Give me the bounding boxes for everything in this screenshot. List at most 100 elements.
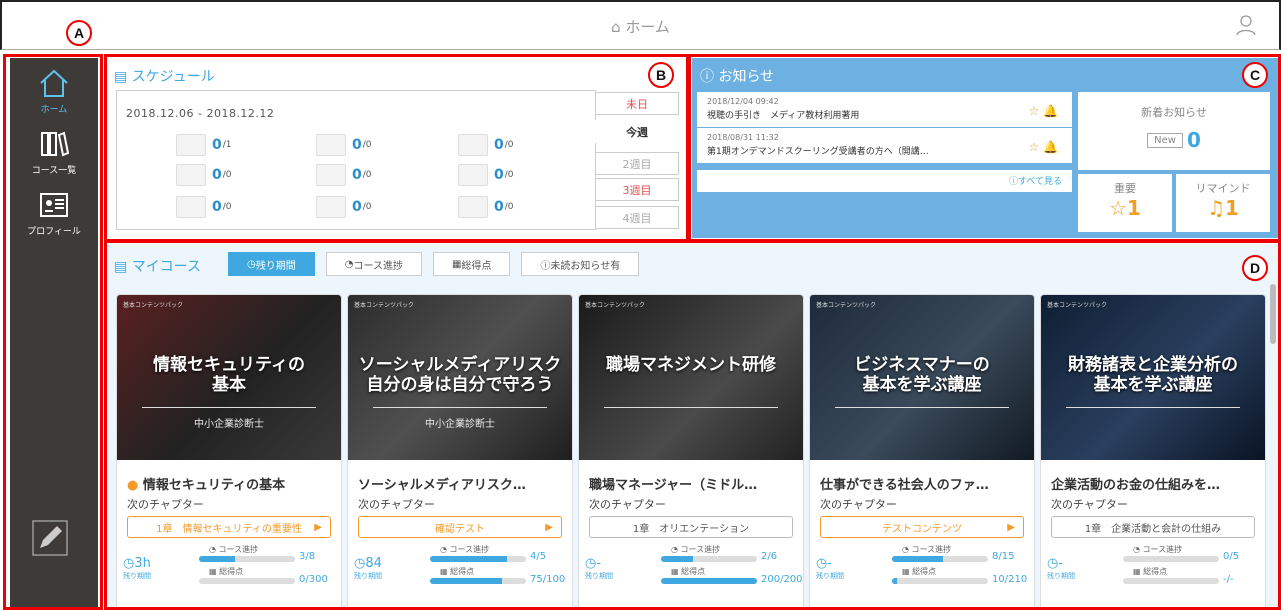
week-tab-past[interactable]: 未日 — [595, 92, 679, 115]
remind-count: ♫1 — [1207, 196, 1239, 220]
progress-bar-fill — [661, 556, 693, 562]
marker-d: D — [1242, 255, 1268, 281]
clock-icon: ◷ — [354, 556, 366, 571]
notice-item[interactable]: 2018/08/31 11:32 第1期オンデマンドスクーリング受講者の方へ（開… — [697, 128, 1072, 164]
course-thumbnail-title: 情報セキュリティの 基本 — [153, 355, 305, 395]
course-title[interactable]: ソーシャルメディアリスク… — [358, 474, 572, 493]
progress-value: 8/15 — [992, 551, 1015, 562]
clock-icon: ◷ — [247, 258, 256, 270]
notice-list: 2018/12/04 09:42 視聴の手引き メディア教材利用著用 ☆ 🔔 2… — [697, 92, 1072, 164]
divider — [835, 407, 1009, 408]
remaining-time: ◷- 残り期間 — [816, 556, 844, 580]
play-icon: ▶ — [314, 521, 322, 533]
next-chapter-button[interactable]: 1章 企業活動と会計の仕組み — [1051, 516, 1255, 538]
remind-box[interactable]: リマインド ♫1 — [1176, 174, 1270, 232]
course-title[interactable]: 職場マネージャー（ミドル… — [589, 474, 803, 493]
course-card[interactable]: 基本コンテンツパック 情報セキュリティの 基本 中小企業診断士 ● 情報セキュリ… — [116, 294, 342, 610]
calendar-icon: ▤ — [114, 69, 128, 85]
next-chapter-button[interactable]: テストコンテンツ ▶ — [820, 516, 1024, 538]
next-chapter-button[interactable]: 1章 オリエンテーション — [589, 516, 793, 538]
bell-icon: ♫ — [1207, 196, 1225, 220]
video-icon — [176, 134, 206, 156]
course-stats: ◷84 残り期間 ◔ コース進捗 4/5 ▦ 総得点 75/100 — [348, 544, 572, 600]
schedule-stat[interactable]: 0/0 — [176, 164, 232, 186]
course-card[interactable]: 基本コンテンツパック 財務諸表と企業分析の 基本を学ぶ講座 企業活動のお金の仕組… — [1040, 294, 1266, 610]
progress-icon: ◔ — [671, 545, 678, 554]
week-tab-current[interactable]: 今週 — [595, 120, 679, 143]
score-icon: ▦ — [671, 567, 679, 576]
course-tag: 基本コンテンツパック — [585, 302, 646, 309]
schedule-stat[interactable]: 0/0 — [316, 134, 372, 156]
test-icon — [458, 134, 488, 156]
course-title[interactable]: ● 情報セキュリティの基本 — [127, 474, 341, 493]
sidebar-item-home[interactable]: ホーム — [10, 66, 98, 115]
edit-button[interactable] — [32, 520, 68, 560]
progress-label: ◔ コース進捗 — [671, 545, 721, 554]
home-icon — [40, 69, 68, 97]
course-title[interactable]: 企業活動のお金の仕組みを… — [1051, 474, 1265, 493]
schedule-stat[interactable]: 0/0 — [316, 164, 372, 186]
top-bar: ⌂ ホーム — [0, 0, 1281, 50]
course-card[interactable]: 基本コンテンツパック ソーシャルメディアリスク 自分の身は自分で守ろう 中小企業… — [347, 294, 573, 610]
my-course-panel: ▤ マイコース ◷ 残り期間 ◔ コース進捗 ▦ 総得点 ⓘ 未読お知らせ有 基本コンテ… — [108, 244, 1278, 610]
schedule-range: 2018.12.06 - 2018.12.12 — [126, 107, 275, 120]
schedule-stat[interactable]: 0/0 — [316, 196, 372, 218]
next-chapter-button[interactable]: 1章 情報セキュリティの重要性 ▶ — [127, 516, 331, 538]
tab-unread[interactable]: ⓘ 未読お知らせ有 — [521, 252, 640, 276]
new-notices-box[interactable]: 新着お知らせ New 0 — [1078, 92, 1270, 170]
star-bell-icon[interactable]: ☆ 🔔 — [1028, 104, 1058, 118]
play-icon: ▶ — [1007, 521, 1015, 533]
course-thumbnail[interactable]: 基本コンテンツパック 職場マネジメント研修 — [579, 295, 803, 460]
schedule-stat[interactable]: 0/0 — [176, 196, 232, 218]
next-chapter-button[interactable]: 確認テスト ▶ — [358, 516, 562, 538]
page-title: ⌂ ホーム — [611, 18, 670, 36]
score-value: 200/200 — [761, 574, 803, 585]
progress-icon: ◔ — [209, 545, 216, 554]
remind-label: リマインド — [1195, 182, 1251, 195]
course-thumbnail[interactable]: 基本コンテンツパック 情報セキュリティの 基本 中小企業診断士 — [117, 295, 341, 460]
score-label: ▦ 総得点 — [440, 567, 475, 576]
sidebar-item-label: コース一覧 — [31, 166, 77, 176]
score-bar-fill — [661, 578, 757, 584]
course-card[interactable]: 基本コンテンツパック ビジネスマナーの 基本を学ぶ講座 仕事ができる社会人のファ… — [809, 294, 1035, 610]
star-bell-icon[interactable]: ☆ 🔔 — [1028, 140, 1058, 154]
schedule-stat[interactable]: 0/1 — [176, 134, 232, 156]
progress-value: 4/5 — [530, 551, 547, 562]
course-thumbnail[interactable]: 基本コンテンツパック ソーシャルメディアリスク 自分の身は自分で守ろう 中小企業… — [348, 295, 572, 460]
course-tag: 基本コンテンツパック — [816, 302, 877, 309]
course-stats: ◷3h 残り期間 ◔ コース進捗 3/8 ▦ 総得点 0/300 — [117, 544, 341, 600]
course-thumbnail[interactable]: 基本コンテンツパック 財務諸表と企業分析の 基本を学ぶ講座 — [1041, 295, 1265, 460]
notice-item[interactable]: 2018/12/04 09:42 視聴の手引き メディア教材利用著用 ☆ 🔔 — [697, 92, 1072, 128]
tab-progress[interactable]: ◔ コース進捗 — [325, 252, 422, 276]
course-title[interactable]: 仕事ができる社会人のファ… — [820, 474, 1034, 493]
week-tab-2[interactable]: 2週目 — [595, 152, 679, 175]
week-tab-3[interactable]: 3週目 — [595, 178, 679, 201]
schedule-stat[interactable]: 0/0 — [458, 134, 514, 156]
score-bar — [661, 578, 757, 584]
see-all-link[interactable]: ⓘすべて見る — [697, 170, 1072, 192]
score-value: 75/100 — [530, 574, 566, 585]
tab-score[interactable]: ▦ 総得点 — [432, 252, 511, 276]
progress-label: ◔ コース進捗 — [440, 545, 490, 554]
schedule-stat[interactable]: 0/0 — [458, 196, 514, 218]
clock-icon: ◷ — [123, 556, 135, 571]
week-tab-4[interactable]: 4週目 — [595, 206, 679, 229]
schedule-stat[interactable]: 0/0 — [458, 164, 514, 186]
course-thumbnail[interactable]: 基本コンテンツパック ビジネスマナーの 基本を学ぶ講座 — [810, 295, 1034, 460]
remaining-time: ◷3h 残り期間 — [123, 556, 151, 580]
important-box[interactable]: 重要 ☆1 — [1078, 174, 1172, 232]
score-icon: ▦ — [1133, 567, 1141, 576]
course-tag: 基本コンテンツパック — [1047, 302, 1108, 309]
books-icon — [41, 131, 70, 157]
user-icon[interactable] — [1235, 14, 1257, 40]
notice-date: 2018/12/04 09:42 — [707, 97, 779, 106]
edit-icon — [316, 196, 346, 218]
course-card[interactable]: 基本コンテンツパック 職場マネジメント研修 職場マネージャー（ミドル… 次のチャ… — [578, 294, 804, 610]
sidebar-item-courses[interactable]: コース一覧 — [10, 127, 98, 176]
marker-c: C — [1242, 62, 1268, 88]
sidebar-item-profile[interactable]: プロフィール — [10, 188, 98, 237]
tab-remaining[interactable]: ◷ 残り期間 — [228, 252, 315, 276]
scrollbar[interactable] — [1270, 284, 1276, 344]
score-icon: ▦ — [902, 567, 910, 576]
html-icon — [458, 164, 488, 186]
